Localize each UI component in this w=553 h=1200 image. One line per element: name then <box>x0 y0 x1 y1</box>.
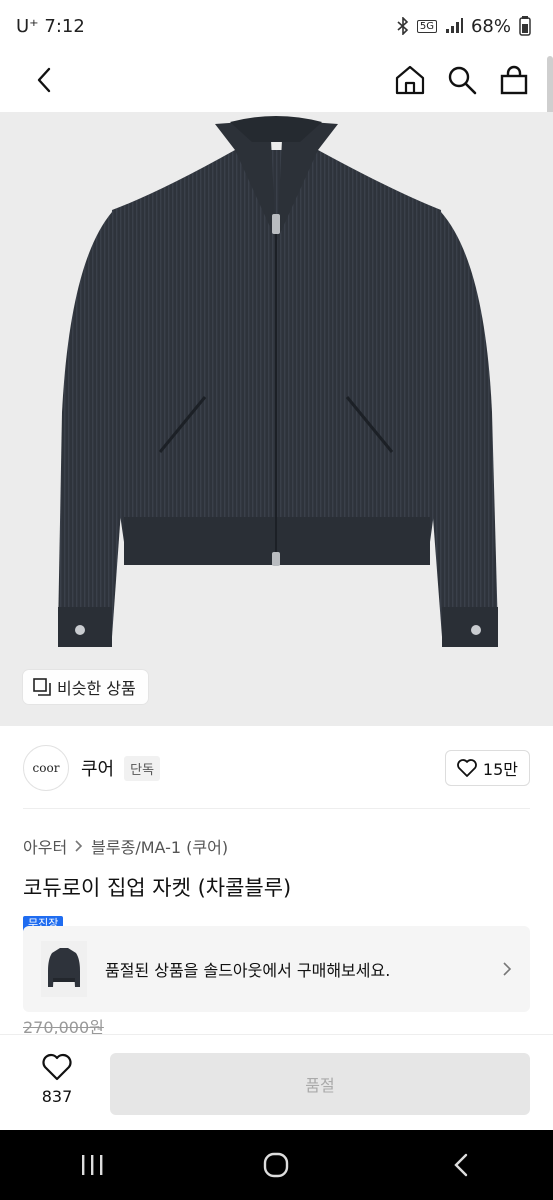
home-icon <box>395 65 425 95</box>
soldout-message: 품절된 상품을 솔드아웃에서 구매해보세요. <box>105 961 391 980</box>
back-nav-button[interactable] <box>431 1135 491 1195</box>
recent-apps-icon <box>82 1155 103 1175</box>
chevron-left-icon <box>454 1153 468 1177</box>
breadcrumb-subcategory[interactable]: 블루종/MA-1 (쿠어) <box>91 834 228 858</box>
brand-like-button[interactable]: 15만 <box>444 750 530 786</box>
top-actions <box>393 60 531 100</box>
heart-icon <box>42 1053 72 1081</box>
home-nav-button[interactable] <box>246 1135 306 1195</box>
buy-button[interactable]: 품절 <box>110 1053 530 1115</box>
brand-logo[interactable]: coor <box>23 745 69 791</box>
brand-like-count: 15만 <box>482 760 518 779</box>
battery-icon <box>519 16 531 36</box>
wishlist-button[interactable]: 837 <box>20 1053 94 1106</box>
jacket-illustration <box>58 116 498 647</box>
network-icon: 5G <box>416 19 437 33</box>
heart-icon <box>457 759 477 777</box>
soldout-banner[interactable]: 품절된 상품을 솔드아웃에서 구매해보세요. <box>23 926 530 1012</box>
status-carrier-time: U⁺ 7:12 <box>16 15 85 37</box>
jacket-thumbnail <box>48 948 80 987</box>
breadcrumb: 아우터 블루종/MA-1 (쿠어) <box>23 834 228 858</box>
top-bar <box>0 52 553 112</box>
battery-level: 68% <box>470 15 511 37</box>
chevron-right-icon <box>503 962 512 976</box>
wishlist-count: 837 <box>41 1087 73 1106</box>
similar-label: 비슷한 상품 <box>57 679 136 698</box>
shopping-bag-icon <box>500 65 528 95</box>
status-right: 5G 68% <box>397 16 531 37</box>
breadcrumb-category[interactable]: 아우터 <box>23 834 67 858</box>
recent-apps-button[interactable] <box>62 1135 122 1195</box>
search-icon <box>448 66 477 95</box>
soldout-thumbnail <box>41 941 87 997</box>
system-nav-bar <box>0 1130 553 1200</box>
search-button[interactable] <box>445 60 479 100</box>
back-button[interactable] <box>26 62 62 98</box>
status-bar: U⁺ 7:12 5G 68% <box>0 0 553 52</box>
bluetooth-icon <box>397 17 409 35</box>
cart-button[interactable] <box>497 60 531 100</box>
product-title: 코듀로이 집업 자켓 (차콜블루) <box>23 876 292 900</box>
product-image[interactable]: 비슷한 상품 <box>0 112 553 726</box>
brand-name[interactable]: 쿠어 <box>81 755 114 781</box>
exclusive-badge: 단독 <box>124 755 161 781</box>
divider <box>23 808 530 809</box>
similar-icon <box>33 678 51 696</box>
purchase-bar: 837 품절 <box>0 1034 553 1131</box>
signal-icon <box>445 18 463 33</box>
home-circle-icon <box>264 1152 289 1178</box>
home-button[interactable] <box>393 60 427 100</box>
chevron-left-icon <box>37 67 51 93</box>
similar-products-button[interactable]: 비슷한 상품 <box>23 670 148 704</box>
brand-row: coor 쿠어 단독 15만 <box>23 744 530 792</box>
chevron-right-icon <box>75 840 83 852</box>
